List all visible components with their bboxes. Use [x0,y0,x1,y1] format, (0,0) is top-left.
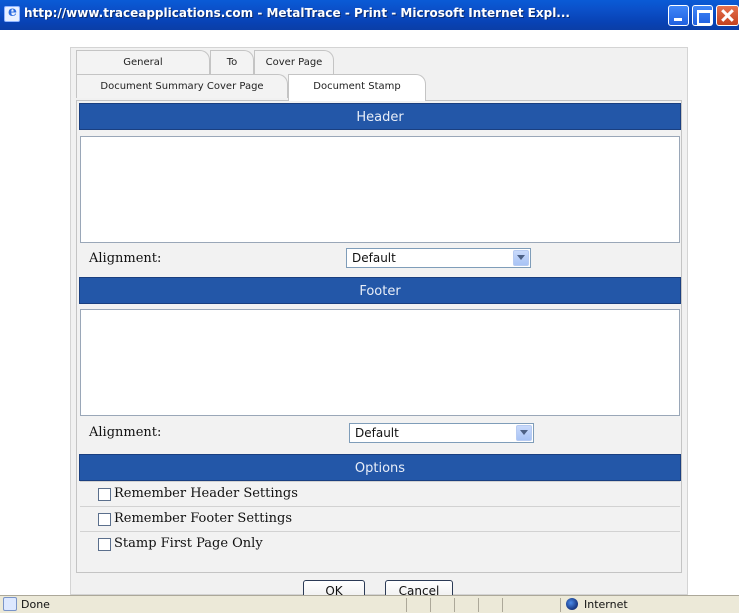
tab-general[interactable]: General [76,50,210,74]
status-text: Done [21,598,50,611]
option-stamp-first-page[interactable]: Stamp First Page Only [80,531,680,556]
status-divider [502,598,503,612]
status-divider [560,598,561,612]
option-label: Remember Header Settings [114,486,298,501]
status-divider [406,598,407,612]
footer-section-title: Footer [79,277,681,304]
ie-page-icon [4,4,20,22]
print-dialog: General To Cover Page Document Summary C… [70,47,688,602]
window-title: http://www.traceapplications.com - Metal… [24,6,570,20]
window-client: General To Cover Page Document Summary C… [0,30,739,602]
footer-alignment-select[interactable]: Default [349,423,534,443]
option-label: Remember Footer Settings [114,511,292,526]
options-section-title: Options [79,454,681,481]
footer-alignment-label: Alignment: [89,425,162,440]
title-bar[interactable]: http://www.traceapplications.com - Metal… [0,0,739,30]
security-zone-label: Internet [584,598,628,611]
option-remember-header[interactable]: Remember Header Settings [80,481,680,506]
maximize-button[interactable] [692,5,713,26]
tab-document-stamp[interactable]: Document Stamp [288,74,426,101]
footer-alignment-value: Default [355,426,399,440]
remember-footer-checkbox[interactable] [98,513,111,526]
chevron-down-icon[interactable] [516,425,532,441]
globe-icon [566,598,578,610]
status-divider [478,598,479,612]
header-alignment-value: Default [352,251,396,265]
header-alignment-select[interactable]: Default [346,248,531,268]
tab-document-summary-cover-page[interactable]: Document Summary Cover Page [76,74,288,98]
document-stamp-panel: Header Alignment: Default Footer Alignme… [76,100,682,573]
remember-header-checkbox[interactable] [98,488,111,501]
tab-to[interactable]: To [210,50,254,74]
ie-page-icon [3,597,17,611]
status-divider [454,598,455,612]
option-remember-footer[interactable]: Remember Footer Settings [80,506,680,531]
header-textarea[interactable] [80,136,680,243]
status-bar: Done Internet [0,595,739,613]
stamp-first-page-checkbox[interactable] [98,538,111,551]
header-section-title: Header [79,103,681,130]
status-divider [430,598,431,612]
tab-cover-page[interactable]: Cover Page [254,50,334,74]
header-alignment-label: Alignment: [89,251,162,266]
chevron-down-icon[interactable] [513,250,529,266]
minimize-button[interactable] [668,5,689,26]
footer-textarea[interactable] [80,309,680,416]
option-label: Stamp First Page Only [114,536,263,551]
close-button[interactable] [716,5,739,26]
